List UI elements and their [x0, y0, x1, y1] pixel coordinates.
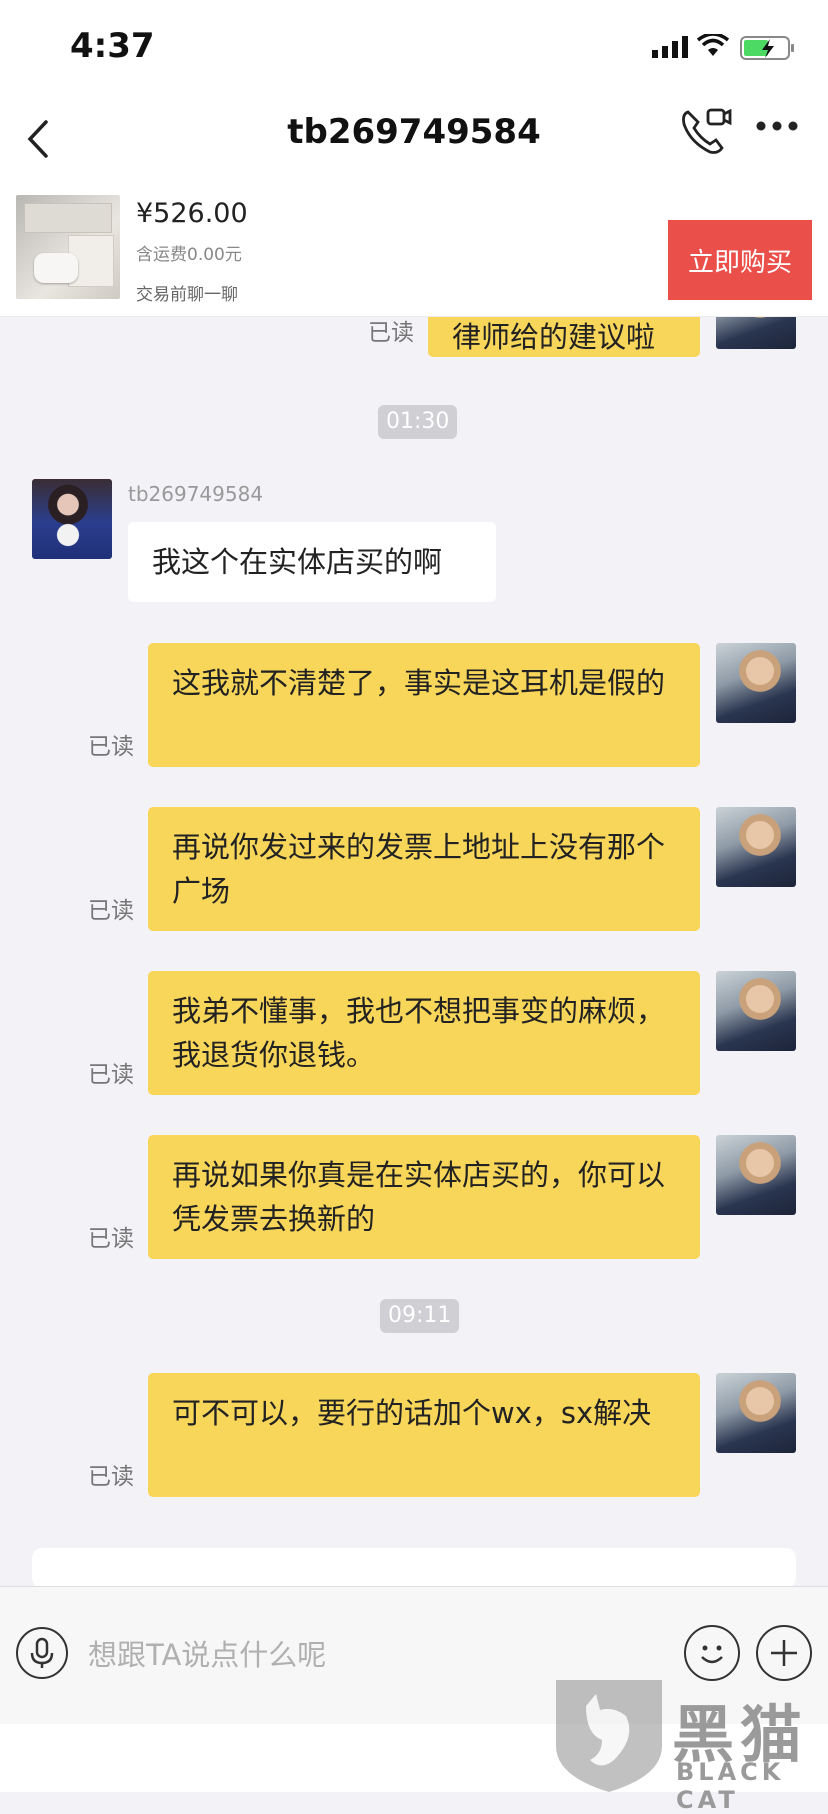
message-text: 律师给的建议啦 [452, 320, 656, 354]
my-avatar[interactable] [716, 643, 796, 723]
buy-now-button[interactable]: 立即购买 [668, 220, 812, 300]
partial-card [32, 1548, 796, 1588]
message-bubble[interactable]: 我弟不懂事，我也不想把事变的麻烦，我退货你退钱。 [148, 971, 700, 1095]
more-options-icon[interactable] [755, 120, 799, 132]
product-card[interactable]: ¥526.00 含运费0.00元 交易前聊一聊 立即购买 [0, 188, 828, 317]
watermark-subtext: BLACK CAT [676, 1758, 785, 1814]
wifi-icon [697, 34, 729, 56]
read-receipt: 已读 [88, 1226, 134, 1252]
read-receipt: 已读 [88, 734, 134, 760]
peer-name: tb269749584 [128, 482, 264, 506]
my-avatar[interactable] [716, 1373, 796, 1453]
message-bubble[interactable]: 可不可以，要行的话加个wx，sx解决 [148, 1373, 700, 1497]
battery-charging-icon [740, 36, 794, 60]
chat-hint: 交易前聊一聊 [136, 285, 238, 305]
status-time: 4:37 [70, 26, 155, 66]
shipping-fee: 含运费0.00元 [136, 245, 242, 265]
emoji-button[interactable] [684, 1625, 740, 1681]
partial-message-row: 已读 律师给的建议啦 [0, 317, 828, 357]
phone-video-call-icon[interactable] [680, 106, 732, 158]
timestamp: 01:30 [378, 405, 458, 439]
message-bubble[interactable]: 再说你发过来的发票上地址上没有那个广场 [148, 807, 700, 931]
product-thumbnail[interactable] [16, 195, 120, 299]
read-receipt: 已读 [88, 898, 134, 924]
timestamp: 09:11 [380, 1299, 460, 1333]
cellular-signal-icon [652, 36, 688, 58]
message-bubble[interactable]: 这我就不清楚了，事实是这耳机是假的 [148, 643, 700, 767]
message-bubble[interactable]: 再说如果你真是在实体店买的，你可以凭发票去换新的 [148, 1135, 700, 1259]
status-bar: 4:37 [0, 0, 828, 92]
my-avatar[interactable] [716, 317, 796, 349]
read-receipt: 已读 [88, 1464, 134, 1490]
peer-avatar[interactable] [32, 479, 112, 559]
message-input[interactable]: 想跟TA说点什么呢 [88, 1633, 648, 1677]
message-bubble[interactable]: 律师给的建议啦 [428, 317, 700, 357]
microphone-icon [30, 1637, 54, 1668]
more-actions-button[interactable] [756, 1625, 812, 1681]
read-receipt: 已读 [368, 320, 414, 346]
plus-icon [771, 1640, 797, 1666]
voice-input-button[interactable] [16, 1627, 68, 1679]
my-avatar[interactable] [716, 807, 796, 887]
chat-header: tb269749584 [0, 92, 828, 188]
smiley-icon [701, 1645, 723, 1664]
read-receipt: 已读 [88, 1062, 134, 1088]
product-price: ¥526.00 [136, 198, 248, 229]
my-avatar[interactable] [716, 1135, 796, 1215]
my-avatar[interactable] [716, 971, 796, 1051]
peer-message-bubble[interactable]: 我这个在实体店买的啊 [128, 522, 496, 602]
